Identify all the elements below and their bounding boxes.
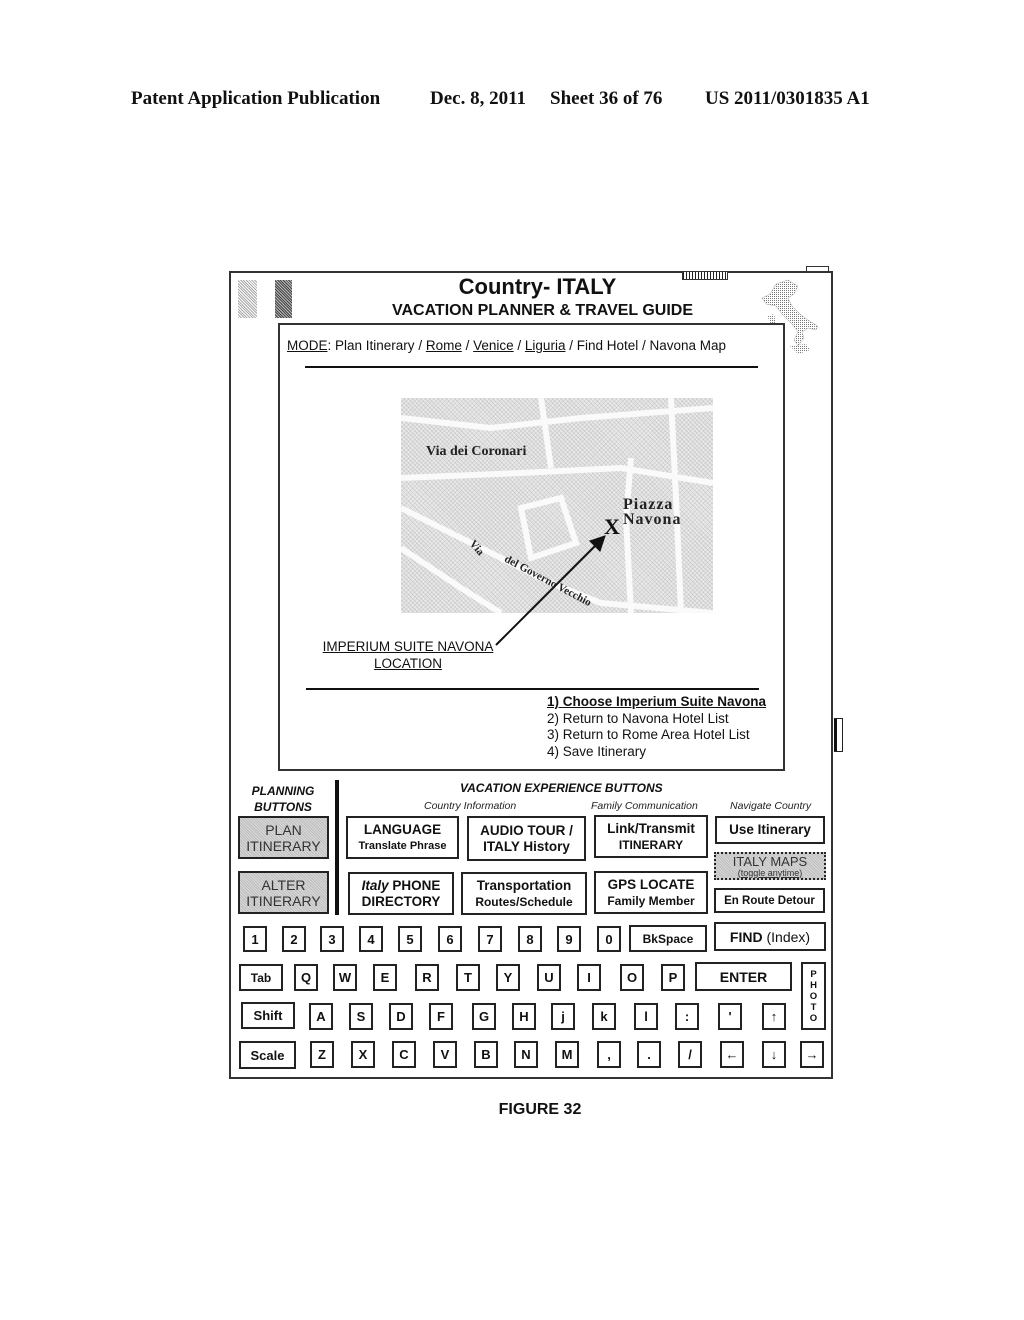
key-bottom-5[interactable]: N — [514, 1041, 538, 1068]
key-letter-0[interactable]: Q — [294, 964, 318, 991]
key-home-8[interactable]: l — [634, 1003, 658, 1030]
key-home-10[interactable]: ' — [718, 1003, 742, 1030]
key-bottom-6[interactable]: M — [555, 1041, 579, 1068]
en-route-detour-button[interactable]: En Route Detour — [714, 888, 825, 913]
italy-flag-red-stripe — [275, 280, 292, 318]
key-letter-5[interactable]: Y — [496, 964, 520, 991]
key-home-9[interactable]: : — [675, 1003, 699, 1030]
key-home-7[interactable]: k — [592, 1003, 616, 1030]
option-save-itinerary[interactable]: 4) Save Itinerary — [547, 744, 766, 761]
key-number-7[interactable]: 8 — [518, 926, 542, 952]
planning-buttons-label: PLANNING BUTTONS — [251, 784, 315, 814]
patent-number: US 2011/0301835 A1 — [705, 88, 870, 109]
key-bottom-1[interactable]: X — [351, 1041, 375, 1068]
key-enter[interactable]: ENTER — [695, 962, 792, 991]
location-label: IMPERIUM SUITE NAVONA LOCATION — [322, 639, 494, 671]
mode-breadcrumb: MODE: Plan Itinerary / Rome / Venice / L… — [287, 338, 727, 353]
category-country-information: Country Information — [424, 800, 517, 812]
location-marker-x[interactable]: X — [604, 514, 620, 540]
key-letter-2[interactable]: E — [373, 964, 397, 991]
crumb-navona-map[interactable]: Navona Map — [650, 338, 727, 353]
crumb-plan-itinerary[interactable]: Plan Itinerary — [335, 338, 415, 353]
key-home-4[interactable]: G — [472, 1003, 496, 1030]
key-number-6[interactable]: 7 — [478, 926, 502, 952]
crumb-liguria[interactable]: Liguria — [525, 338, 566, 353]
key-number-5[interactable]: 6 — [438, 926, 462, 952]
divider-bottom — [306, 688, 759, 690]
find-index-button[interactable]: FIND (Index) — [714, 922, 826, 951]
crumb-rome[interactable]: Rome — [426, 338, 462, 353]
map-label-navona: Navona — [623, 511, 682, 528]
plan-itinerary-button[interactable]: PLAN ITINERARY — [238, 816, 329, 859]
option-choose-imperium[interactable]: 1) Choose Imperium Suite Navona — [547, 694, 766, 711]
key-home-3[interactable]: F — [429, 1003, 453, 1030]
key-number-4[interactable]: 5 — [398, 926, 422, 952]
crumb-venice[interactable]: Venice — [473, 338, 514, 353]
key-letter-9[interactable]: P — [661, 964, 685, 991]
alter-itinerary-button[interactable]: ALTER ITINERARY — [238, 871, 329, 914]
key-number-8[interactable]: 9 — [557, 926, 581, 952]
gps-locate-button[interactable]: GPS LOCATE Family Member — [594, 871, 708, 914]
map-label-via-coronari: Via dei Coronari — [426, 444, 527, 459]
key-bottom-0[interactable]: Z — [310, 1041, 334, 1068]
link-transmit-itinerary-button[interactable]: Link/Transmit ITINERARY — [594, 815, 708, 858]
key-home-1[interactable]: S — [349, 1003, 373, 1030]
transportation-button[interactable]: Transportation Routes/Schedule — [461, 872, 587, 915]
key-backspace[interactable]: BkSpace — [629, 925, 707, 952]
key-tab[interactable]: Tab — [239, 964, 283, 991]
key-shift[interactable]: Shift — [241, 1002, 295, 1029]
option-return-navona-list[interactable]: 2) Return to Navona Hotel List — [547, 711, 766, 728]
key-letter-1[interactable]: W — [333, 964, 357, 991]
key-letter-8[interactable]: O — [620, 964, 644, 991]
use-itinerary-button[interactable]: Use Itinerary — [715, 816, 825, 844]
key-bottom-12[interactable]: → — [800, 1041, 824, 1068]
vacation-experience-label: VACATION EXPERIENCE BUTTONS — [460, 781, 663, 795]
key-home-5[interactable]: H — [512, 1003, 536, 1030]
key-letter-6[interactable]: U — [537, 964, 561, 991]
key-scale[interactable]: Scale — [239, 1041, 296, 1069]
key-home-11[interactable]: ↑ — [762, 1003, 786, 1030]
publication-label: Patent Application Publication — [131, 88, 381, 109]
key-letter-7[interactable]: I — [577, 964, 601, 991]
italy-flag-icon — [238, 280, 257, 318]
key-bottom-9[interactable]: / — [678, 1041, 702, 1068]
key-bottom-7[interactable]: , — [597, 1041, 621, 1068]
figure-label: FIGURE 32 — [498, 1101, 582, 1118]
key-bottom-4[interactable]: B — [474, 1041, 498, 1068]
navona-map[interactable]: Via dei Coronari Piazza Navona X Via del… — [401, 398, 713, 613]
device-title: Country- ITALY — [458, 274, 617, 299]
language-button[interactable]: LANGUAGE Translate Phrase — [346, 816, 459, 859]
key-letter-4[interactable]: T — [456, 964, 480, 991]
italy-maps-toggle-button[interactable]: ITALY MAPS (toggle anytime) — [714, 852, 826, 880]
key-home-0[interactable]: A — [309, 1003, 333, 1030]
device-subtitle: VACATION PLANNER & TRAVEL GUIDE — [391, 302, 694, 319]
publication-date: Dec. 8, 2011 — [430, 88, 527, 109]
section-separator — [335, 780, 339, 915]
key-home-6[interactable]: j — [551, 1003, 575, 1030]
key-number-1[interactable]: 2 — [282, 926, 306, 952]
key-number-9[interactable]: 0 — [597, 926, 621, 952]
photo-button[interactable]: P H O T O — [801, 962, 826, 1030]
key-bottom-2[interactable]: C — [392, 1041, 416, 1068]
key-number-3[interactable]: 4 — [359, 926, 383, 952]
sheet-number: Sheet 36 of 76 — [550, 88, 663, 109]
divider-top — [305, 366, 758, 368]
key-bottom-8[interactable]: . — [637, 1041, 661, 1068]
mode-label: MODE — [287, 338, 328, 353]
device-side-button[interactable] — [834, 718, 843, 752]
key-letter-3[interactable]: R — [415, 964, 439, 991]
key-bottom-10[interactable]: ← — [720, 1041, 744, 1068]
option-list: 1) Choose Imperium Suite Navona 2) Retur… — [547, 694, 766, 761]
key-bottom-11[interactable]: ↓ — [762, 1041, 786, 1068]
category-family-communication: Family Communication — [591, 800, 698, 812]
key-number-2[interactable]: 3 — [320, 926, 344, 952]
key-number-0[interactable]: 1 — [243, 926, 267, 952]
option-return-rome-list[interactable]: 3) Return to Rome Area Hotel List — [547, 727, 766, 744]
key-home-2[interactable]: D — [389, 1003, 413, 1030]
crumb-find-hotel[interactable]: Find Hotel — [577, 338, 639, 353]
phone-directory-button[interactable]: Italy PHONE DIRECTORY — [348, 872, 454, 915]
audio-tour-button[interactable]: AUDIO TOUR / ITALY History — [467, 816, 586, 861]
key-bottom-3[interactable]: V — [433, 1041, 457, 1068]
category-navigate-country: Navigate Country — [730, 800, 812, 812]
